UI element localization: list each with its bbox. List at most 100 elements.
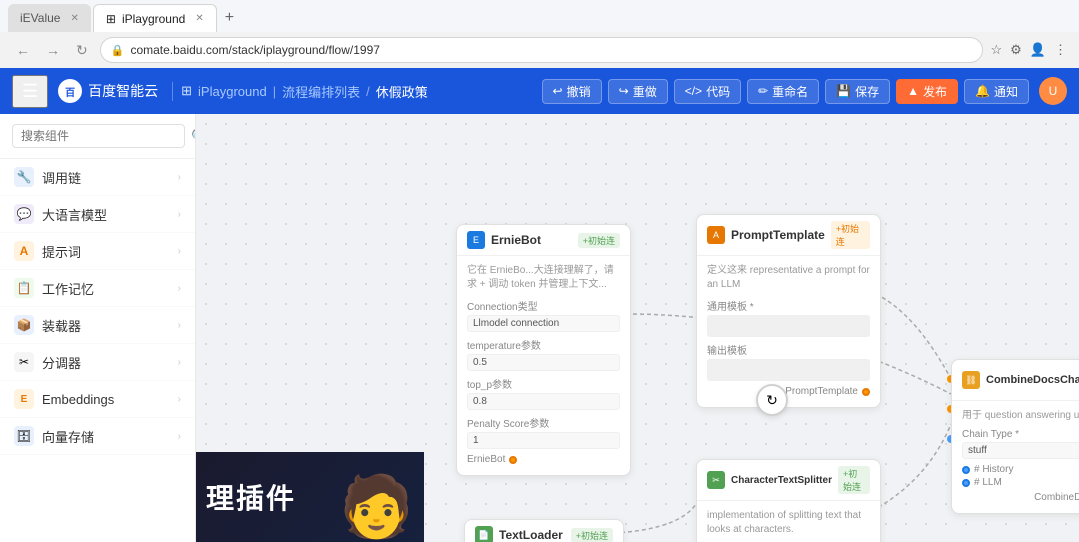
- breadcrumb-sep-1: |: [273, 84, 276, 99]
- sidebar-item-vector-store[interactable]: 🗄 向量存储 ›: [0, 418, 195, 455]
- search-input[interactable]: [12, 124, 185, 148]
- sidebar-item-memory[interactable]: 📋 工作记忆 ›: [0, 270, 195, 307]
- char-splitter-body: implementation of splitting text that lo…: [697, 501, 880, 542]
- sidebar-item-prompt[interactable]: A 提示词 ›: [0, 233, 195, 270]
- prompt-template-header: A PromptTemplate +初始连: [697, 215, 880, 256]
- llm-icon: 💬: [14, 204, 34, 224]
- app-bar: ☰ 百 百度智能云 ⊞ iPlayground | 流程编排列表 / 休假政策 …: [0, 68, 1079, 114]
- profile-icon[interactable]: 👤: [1030, 42, 1046, 58]
- playground-breadcrumb-icon: ⊞: [181, 83, 192, 99]
- back-button[interactable]: ←: [12, 40, 34, 60]
- brand: 百 百度智能云: [48, 79, 168, 103]
- erniebot-title: ErnieBot: [491, 233, 572, 247]
- prompt-field-template: 通用模板 *: [707, 298, 870, 337]
- bell-icon: 🔔: [975, 84, 990, 98]
- forward-button[interactable]: →: [42, 40, 64, 60]
- sidebar-item-loader[interactable]: 📦 装载器 ›: [0, 307, 195, 344]
- memory-icon: 📋: [14, 278, 34, 298]
- brand-name: 百度智能云: [88, 81, 158, 101]
- tab-ievalue[interactable]: iEValue ✕: [8, 4, 91, 32]
- extension-icon[interactable]: ⚙: [1010, 42, 1022, 58]
- code-icon: </>: [685, 84, 702, 98]
- combine-docs-title: CombineDocsChain: [986, 374, 1079, 386]
- sidebar-item-tool-chain-label: 调用链: [42, 168, 170, 187]
- lock-icon: 🔒: [111, 44, 125, 57]
- prompt-template-title: PromptTemplate: [731, 228, 825, 242]
- banner-person-icon: 🧑: [339, 471, 414, 542]
- menu-icon[interactable]: ⋮: [1054, 42, 1067, 58]
- chevron-right-icon-7: ›: [178, 431, 181, 442]
- redo-label: 重做: [633, 83, 657, 100]
- character-text-splitter-node[interactable]: ✂ CharacterTextSplitter +初始连 implementat…: [696, 459, 881, 542]
- chevron-right-icon-2: ›: [178, 246, 181, 257]
- publish-button[interactable]: ▲ 发布: [896, 79, 958, 104]
- address-bar-icons: ☆ ⚙ 👤 ⋮: [991, 42, 1068, 58]
- publish-label: 发布: [923, 83, 947, 100]
- rename-label: 重命名: [772, 83, 808, 100]
- tab-iplayground-label: iPlayground: [122, 12, 185, 26]
- prompt-template-node[interactable]: A PromptTemplate +初始连 定义这来 representativ…: [696, 214, 881, 408]
- combine-docs-chain-node[interactable]: ⛓ CombineDocsChain +初始连 用于 question answ…: [951, 359, 1079, 514]
- prompt-output-port: [862, 388, 870, 396]
- sidebar-item-vector-store-label: 向量存储: [42, 427, 170, 446]
- main-layout: 🔍 🔧 调用链 › 💬 大语言模型 › A 提示词 › 📋 工作记忆 › 📦 装…: [0, 114, 1079, 542]
- text-loader-node[interactable]: 📄 TextLoader +初始连 Load your files 文件路径 *…: [464, 519, 624, 542]
- bottom-banner: 理插件 🧑: [196, 452, 424, 542]
- undo-icon: ↩: [553, 84, 563, 98]
- sidebar-item-embeddings[interactable]: E Embeddings ›: [0, 381, 195, 418]
- erniebot-icon: E: [467, 231, 485, 249]
- history-input-port: [962, 466, 970, 474]
- erniebot-node[interactable]: E ErnieBot +初始连 它在 ErnieBo...大连接理解了，请求 +…: [456, 224, 631, 476]
- combine-docs-body: 用于 question answering using chain Chain …: [952, 401, 1079, 513]
- tab-iplayground-close[interactable]: ✕: [195, 13, 203, 24]
- tab-ievalue-label: iEValue: [20, 11, 60, 25]
- vector-store-icon: 🗄: [14, 426, 34, 446]
- search-box: 🔍: [0, 114, 195, 159]
- tool-chain-icon: 🔧: [14, 167, 34, 187]
- user-avatar[interactable]: U: [1039, 77, 1067, 105]
- save-button[interactable]: 💾 保存: [825, 79, 890, 104]
- combine-docs-chain-header: ⛓ CombineDocsChain +初始连: [952, 360, 1079, 401]
- sidebar-item-splitter[interactable]: ✂ 分调器 ›: [0, 344, 195, 381]
- redo-button[interactable]: ↪ 重做: [608, 79, 668, 104]
- address-bar: ← → ↻ 🔒 comate.baidu.com/stack/iplaygrou…: [0, 32, 1079, 68]
- bookmark-icon[interactable]: ☆: [991, 42, 1003, 58]
- url-box[interactable]: 🔒 comate.baidu.com/stack/iplayground/flo…: [100, 37, 983, 63]
- toolbar-right: ↩ 撤销 ↪ 重做 </> 代码 ✏ 重命名 💾 保存 ▲ 发布 🔔 通知 U: [542, 77, 1067, 105]
- chevron-right-icon-1: ›: [178, 209, 181, 220]
- loader-icon: 📦: [14, 315, 34, 335]
- llm-input-port: [962, 479, 970, 487]
- banner-text: 理插件: [206, 477, 296, 517]
- prompt-template-desc: 定义这来 representative a prompt for an LLM: [707, 264, 870, 292]
- text-loader-title: TextLoader: [499, 528, 565, 542]
- notify-button[interactable]: 🔔 通知: [964, 79, 1029, 104]
- prompt-port-out: PromptTemplate: [707, 386, 870, 397]
- refresh-button[interactable]: ↻: [72, 40, 92, 61]
- sidebar-item-prompt-label: 提示词: [42, 242, 170, 261]
- hamburger-button[interactable]: ☰: [12, 75, 48, 108]
- chevron-right-icon-6: ›: [178, 394, 181, 405]
- rename-button[interactable]: ✏ 重命名: [747, 79, 819, 104]
- undo-button[interactable]: ↩ 撤销: [542, 79, 602, 104]
- char-splitter-header: ✂ CharacterTextSplitter +初始连: [697, 460, 880, 501]
- text-loader-icon: 📄: [475, 526, 493, 542]
- code-button[interactable]: </> 代码: [674, 79, 741, 104]
- canvas-area[interactable]: E ErnieBot +初始连 它在 ErnieBo...大连接理解了，请求 +…: [196, 114, 1079, 542]
- sidebar-item-splitter-label: 分调器: [42, 353, 170, 372]
- erniebot-desc: 它在 ErnieBo...大连接理解了，请求 + 调动 token 并管理上下文…: [467, 264, 620, 292]
- sidebar-item-llm[interactable]: 💬 大语言模型 ›: [0, 196, 195, 233]
- brand-icon: 百: [58, 79, 82, 103]
- sidebar-item-loader-label: 装载器: [42, 316, 170, 335]
- breadcrumb-item-1[interactable]: 流程编排列表: [282, 82, 360, 101]
- new-tab-button[interactable]: +: [219, 9, 240, 27]
- erniebot-field-penalty: Penalty Score参数 1: [467, 415, 620, 449]
- code-label: 代码: [706, 83, 730, 100]
- undo-label: 撤销: [567, 83, 591, 100]
- tab-ievalue-close[interactable]: ✕: [70, 13, 78, 24]
- tab-iplayground[interactable]: ⊞ iPlayground ✕: [93, 4, 217, 32]
- chevron-right-icon-4: ›: [178, 320, 181, 331]
- sidebar-item-tool-chain[interactable]: 🔧 调用链 ›: [0, 159, 195, 196]
- playground-breadcrumb-label[interactable]: iPlayground: [198, 84, 267, 99]
- sidebar: 🔍 🔧 调用链 › 💬 大语言模型 › A 提示词 › 📋 工作记忆 › 📦 装…: [0, 114, 196, 542]
- combine-docs-field-type: Chain Type * stuff: [962, 429, 1079, 459]
